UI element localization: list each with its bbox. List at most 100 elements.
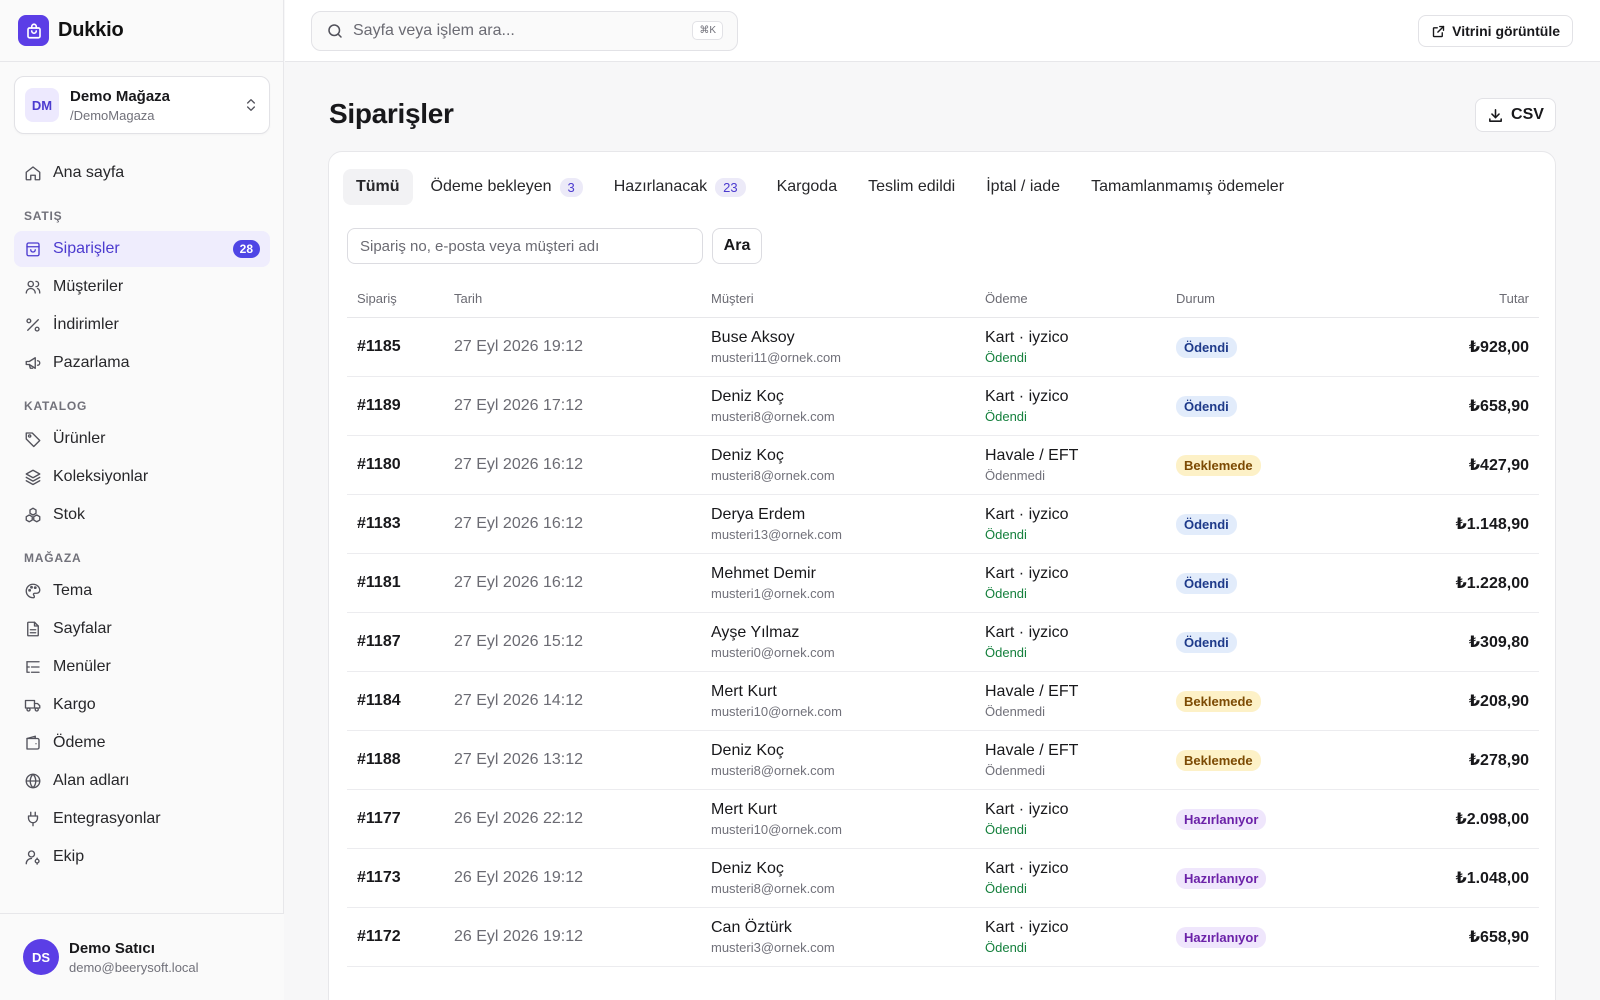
store-switcher[interactable]: DM Demo Mağaza /DemoMagaza <box>14 76 270 134</box>
sidebar-item-payment[interactable]: Ödeme <box>14 725 270 761</box>
sidebar-item-label: Ödeme <box>53 734 106 751</box>
tab-shipped[interactable]: Kargoda <box>764 169 851 205</box>
tab-awaiting-payment[interactable]: Ödeme bekleyen 3 <box>418 169 596 205</box>
order-number[interactable]: #1180 <box>357 456 401 473</box>
sidebar-item-label: İndirimler <box>53 316 119 333</box>
customer-email: musteri10@ornek.com <box>711 822 842 837</box>
user-email: demo@beerysoft.local <box>69 959 199 975</box>
header-date[interactable]: Tarih <box>454 291 711 306</box>
sidebar-item-discounts[interactable]: İndirimler <box>14 307 270 343</box>
order-number[interactable]: #1188 <box>357 751 401 768</box>
order-number[interactable]: #1183 <box>357 515 401 532</box>
sidebar-item-theme[interactable]: Tema <box>14 573 270 609</box>
order-number[interactable]: #1185 <box>357 338 401 355</box>
header-order[interactable]: Sipariş <box>347 291 454 306</box>
table-row[interactable]: #1184 27 Eyl 2026 14:12 Mert Kurt musteri10… <box>347 672 1539 731</box>
order-date: 27 Eyl 2026 16:12 <box>454 574 583 591</box>
customer-name: Deniz Koç <box>711 860 784 877</box>
sidebar-item-stock[interactable]: Stok <box>14 497 270 533</box>
order-number[interactable]: #1187 <box>357 633 401 650</box>
tab-cancel-return[interactable]: İptal / iade <box>973 169 1073 205</box>
tab-label: Ödeme bekleyen <box>430 178 552 195</box>
status-badge: Hazırlanıyor <box>1176 867 1267 889</box>
sidebar-item-label: Ürünler <box>53 430 106 447</box>
table-row[interactable]: #1180 27 Eyl 2026 16:12 Deniz Koç musteri8@… <box>347 436 1539 495</box>
wallet-icon <box>26 735 40 750</box>
shopping-bag-logo-icon <box>18 15 49 46</box>
header-customer[interactable]: Müşteri <box>711 291 985 306</box>
table-row[interactable]: #1188 27 Eyl 2026 13:12 Deniz Koç musteri8@… <box>347 731 1539 790</box>
sidebar-item-shipping[interactable]: Kargo <box>14 687 270 723</box>
sidebar-item-team[interactable]: Ekip <box>14 839 270 875</box>
sidebar-item-label: Koleksiyonlar <box>53 468 149 485</box>
sidebar-item-menus[interactable]: Menüler <box>14 649 270 685</box>
nav-section-sales: SATIŞ <box>24 209 63 223</box>
tab-incomplete-payments[interactable]: Tamamlanmamış ödemeler <box>1078 169 1297 205</box>
sidebar-item-home[interactable]: Ana sayfa <box>14 155 270 191</box>
status-badge: Hazırlanıyor <box>1176 926 1267 948</box>
sidebar-item-products[interactable]: Ürünler <box>14 421 270 457</box>
order-number[interactable]: #1181 <box>357 574 401 591</box>
sidebar-nav: Ana sayfa SATIŞ Siparişler 28 Müşteriler… <box>0 155 284 910</box>
globe-icon <box>25 773 41 789</box>
table-row[interactable]: #1187 27 Eyl 2026 15:12 Ayşe Yılmaz musteri… <box>347 613 1539 672</box>
payment-method: Kart · iyzico <box>985 624 1069 641</box>
view-storefront-label: Vitrini görüntüle <box>1452 23 1560 39</box>
order-number[interactable]: #1172 <box>357 928 401 945</box>
global-search[interactable]: Sayfa veya işlem ara... ⌘K <box>311 11 738 51</box>
table-row[interactable]: #1177 26 Eyl 2026 22:12 Mert Kurt musteri10… <box>347 790 1539 849</box>
customer-email: musteri1@ornek.com <box>711 586 835 601</box>
sidebar-item-marketing[interactable]: Pazarlama <box>14 345 270 381</box>
order-search-input[interactable] <box>347 228 703 264</box>
search-placeholder: Sayfa veya işlem ara... <box>353 22 515 39</box>
header-amount[interactable]: Tutar <box>1386 291 1539 306</box>
sidebar-item-label: Pazarlama <box>53 354 130 371</box>
palette-icon <box>25 583 41 599</box>
tab-label: Kargoda <box>776 178 838 195</box>
brand[interactable]: Dukkio <box>0 0 283 62</box>
search-button[interactable]: Ara <box>712 228 762 264</box>
tab-delivered[interactable]: Teslim edildi <box>855 169 968 205</box>
sidebar-item-collections[interactable]: Koleksiyonlar <box>14 459 270 495</box>
sidebar-item-pages[interactable]: Sayfalar <box>14 611 270 647</box>
payment-method: Kart · iyzico <box>985 506 1069 523</box>
order-amount: ₺208,90 <box>1468 693 1529 710</box>
order-tabs: Tümü Ödeme bekleyen 3 Hazırlanacak 23 Karg… <box>343 169 1302 205</box>
order-number[interactable]: #1177 <box>357 810 401 827</box>
order-date: 27 Eyl 2026 16:12 <box>454 456 583 473</box>
table-row[interactable]: #1189 27 Eyl 2026 17:12 Deniz Koç musteri8@… <box>347 377 1539 436</box>
table-row[interactable]: #1185 27 Eyl 2026 19:12 Buse Aksoy musteri1… <box>347 318 1539 377</box>
brand-name: Dukkio <box>58 19 124 41</box>
payment-status: Ödendi <box>985 350 1027 365</box>
megaphone-icon <box>25 357 41 369</box>
payment-status: Ödendi <box>985 940 1027 955</box>
tab-all[interactable]: Tümü <box>343 169 413 205</box>
view-storefront-button[interactable]: Vitrini görüntüle <box>1418 15 1573 47</box>
status-badge: Beklemede <box>1176 454 1261 476</box>
customer-name: Deniz Koç <box>711 388 784 405</box>
sidebar-item-label: Kargo <box>53 696 96 713</box>
sidebar-item-integrations[interactable]: Entegrasyonlar <box>14 801 270 837</box>
csv-export-button[interactable]: CSV <box>1475 98 1556 132</box>
sidebar-item-customers[interactable]: Müşteriler <box>14 269 270 305</box>
payment-method: Havale / EFT <box>985 447 1079 464</box>
order-number[interactable]: #1189 <box>357 397 401 414</box>
table-row[interactable]: #1183 27 Eyl 2026 16:12 Derya Erdem musteri… <box>347 495 1539 554</box>
sidebar-item-label: Sayfalar <box>53 620 112 637</box>
sidebar-item-domains[interactable]: Alan adları <box>14 763 270 799</box>
payment-method: Kart · iyzico <box>985 565 1069 582</box>
header-payment[interactable]: Ödeme <box>985 291 1176 306</box>
order-number[interactable]: #1173 <box>357 869 401 886</box>
shortcut-hint: ⌘K <box>692 21 723 40</box>
customer-name: Derya Erdem <box>711 506 806 523</box>
table-row[interactable]: #1181 27 Eyl 2026 16:12 Mehmet Demir muster… <box>347 554 1539 613</box>
tab-to-prepare[interactable]: Hazırlanacak 23 <box>601 169 759 205</box>
status-badge: Ödendi <box>1176 631 1237 653</box>
orders-count-badge: 28 <box>232 240 260 258</box>
order-number[interactable]: #1184 <box>357 692 401 709</box>
table-row[interactable]: #1173 26 Eyl 2026 19:12 Deniz Koç musteri8@… <box>347 849 1539 908</box>
table-row[interactable]: #1172 26 Eyl 2026 19:12 Can Öztürk musteri3… <box>347 908 1539 967</box>
sidebar-item-orders[interactable]: Siparişler 28 <box>14 231 270 267</box>
header-status[interactable]: Durum <box>1176 291 1386 306</box>
user-profile[interactable]: DS Demo Satıcı demo@beerysoft.local <box>0 913 284 1000</box>
